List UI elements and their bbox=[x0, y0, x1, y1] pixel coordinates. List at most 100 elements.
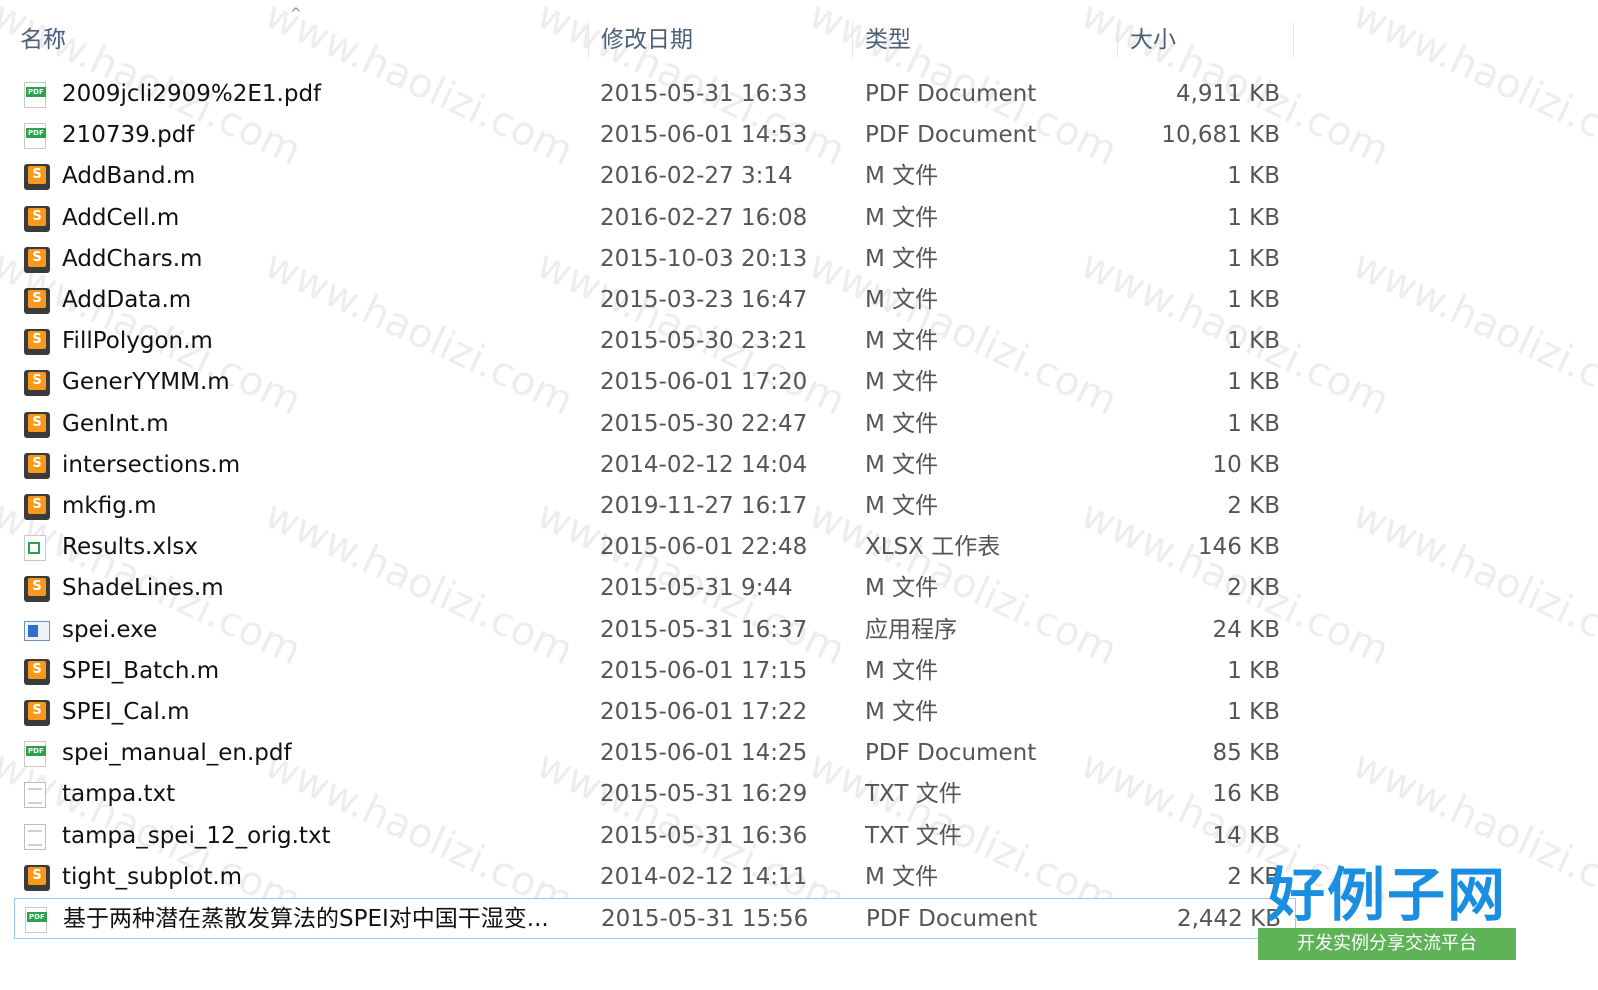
file-size: 1 KB bbox=[1227, 328, 1280, 355]
txt-icon bbox=[24, 782, 46, 809]
file-date-modified: 2015-05-30 23:21 bbox=[600, 328, 808, 355]
file-row[interactable]: intersections.m 2014-02-12 14:04 M 文件 10 KB bbox=[14, 445, 1296, 486]
file-row[interactable]: AddBand.m 2016-02-27 3:14 M 文件 1 KB bbox=[14, 156, 1296, 197]
sort-ascending-icon[interactable]: ^ bbox=[290, 6, 302, 22]
file-date-modified: 2015-06-01 17:22 bbox=[600, 699, 808, 725]
file-size: 146 KB bbox=[1197, 534, 1280, 561]
file-size: 4,911 KB bbox=[1175, 81, 1280, 107]
file-row[interactable]: tampa_spei_12_orig.txt 2015-05-31 16:36 TX… bbox=[14, 816, 1296, 857]
file-date-modified: 2015-06-01 14:53 bbox=[600, 122, 808, 149]
file-date-modified: 2015-10-03 20:13 bbox=[600, 245, 808, 272]
file-type: M 文件 bbox=[865, 287, 939, 313]
file-date-modified: 2015-05-31 9:44 bbox=[600, 575, 793, 602]
file-type: M 文件 bbox=[865, 657, 939, 684]
file-name: 基于两种潜在蒸散发算法的SPEI对中国干湿变... bbox=[63, 906, 549, 932]
file-type: XLSX 工作表 bbox=[865, 534, 1001, 561]
matlab-file-icon bbox=[24, 452, 50, 479]
file-size: 85 KB bbox=[1212, 740, 1280, 767]
file-row[interactable]: ShadeLines.m 2015-05-31 9:44 M 文件 2 KB bbox=[14, 568, 1296, 609]
file-date-modified: 2015-05-31 16:36 bbox=[600, 822, 808, 849]
file-row[interactable]: mkfig.m 2019-11-27 16:17 M 文件 2 KB bbox=[14, 486, 1296, 527]
file-row[interactable]: FillPolygon.m 2015-05-30 23:21 M 文件 1 KB bbox=[14, 321, 1296, 362]
file-name: AddBand.m bbox=[62, 163, 196, 190]
column-header-name[interactable]: 名称 bbox=[8, 22, 588, 58]
file-type: TXT 文件 bbox=[865, 781, 962, 808]
file-size: 2,442 KB bbox=[1176, 906, 1281, 932]
matlab-file-icon bbox=[24, 329, 50, 356]
file-name: AddData.m bbox=[62, 287, 192, 313]
file-date-modified: 2014-02-12 14:11 bbox=[600, 863, 808, 890]
file-type: M 文件 bbox=[865, 369, 939, 396]
file-name: tampa.txt bbox=[62, 781, 176, 808]
file-type: TXT 文件 bbox=[865, 822, 962, 849]
file-type: M 文件 bbox=[865, 328, 939, 355]
matlab-file-icon bbox=[24, 864, 50, 891]
file-name: Results.xlsx bbox=[62, 534, 198, 561]
file-name: intersections.m bbox=[62, 451, 241, 478]
file-name: GenerYYMM.m bbox=[62, 369, 230, 396]
file-date-modified: 2015-05-30 22:47 bbox=[600, 410, 808, 437]
pdf-icon bbox=[24, 741, 46, 768]
file-date-modified: 2016-02-27 16:08 bbox=[600, 204, 808, 231]
file-size: 2 KB bbox=[1227, 575, 1280, 602]
matlab-file-icon bbox=[24, 658, 50, 685]
exe-icon bbox=[24, 620, 50, 641]
file-name: GenInt.m bbox=[62, 410, 169, 437]
file-date-modified: 2015-05-31 16:37 bbox=[600, 616, 808, 643]
file-size: 10 KB bbox=[1212, 451, 1280, 478]
file-row[interactable]: Results.xlsx 2015-06-01 22:48 XLSX 工作表 146 … bbox=[14, 527, 1296, 568]
file-row[interactable]: AddCell.m 2016-02-27 16:08 M 文件 1 KB bbox=[14, 198, 1296, 239]
file-row[interactable]: 210739.pdf 2015-06-01 14:53 PDF Document 10… bbox=[14, 115, 1296, 156]
column-header-size[interactable]: 大小 bbox=[1117, 22, 1294, 58]
file-name: AddCell.m bbox=[62, 204, 180, 231]
file-row[interactable]: 2009jcli2909%2E1.pdf 2015-05-31 16:33 PDF … bbox=[14, 74, 1296, 115]
file-size: 1 KB bbox=[1227, 657, 1280, 684]
file-row[interactable]: GenInt.m 2015-05-30 22:47 M 文件 1 KB bbox=[14, 404, 1296, 445]
txt-icon bbox=[24, 823, 46, 850]
file-row[interactable]: AddChars.m 2015-10-03 20:13 M 文件 1 KB bbox=[14, 239, 1296, 280]
file-type: M 文件 bbox=[865, 493, 939, 519]
matlab-file-icon bbox=[24, 288, 50, 314]
file-row[interactable]: SPEI_Batch.m 2015-06-01 17:15 M 文件 1 KB bbox=[14, 651, 1296, 692]
file-row[interactable]: AddData.m 2015-03-23 16:47 M 文件 1 KB bbox=[14, 280, 1296, 321]
file-size: 1 KB bbox=[1227, 163, 1280, 190]
file-name: spei_manual_en.pdf bbox=[62, 740, 292, 767]
file-name: SPEI_Cal.m bbox=[62, 699, 190, 725]
file-date-modified: 2015-05-31 16:29 bbox=[600, 781, 808, 808]
file-row[interactable]: spei_manual_en.pdf 2015-06-01 14:25 PDF Do… bbox=[14, 733, 1296, 774]
file-type: M 文件 bbox=[865, 245, 939, 272]
file-row[interactable]: SPEI_Cal.m 2015-06-01 17:22 M 文件 1 KB bbox=[14, 692, 1296, 733]
file-size: 1 KB bbox=[1227, 410, 1280, 437]
file-name: tampa_spei_12_orig.txt bbox=[62, 822, 331, 849]
matlab-file-icon bbox=[24, 370, 50, 397]
file-name: AddChars.m bbox=[62, 245, 203, 272]
file-row[interactable]: 基于两种潜在蒸散发算法的SPEI对中国干湿变... 2015-05-31 15:5… bbox=[14, 898, 1296, 939]
file-row[interactable]: spei.exe 2015-05-31 16:37 应用程序 24 KB bbox=[14, 610, 1296, 651]
file-row[interactable]: tight_subplot.m 2014-02-12 14:11 M 文件 2 KB bbox=[14, 857, 1296, 898]
logo-title: 好例子网 bbox=[1266, 861, 1507, 929]
file-type: M 文件 bbox=[865, 410, 939, 437]
matlab-file-icon bbox=[24, 246, 50, 273]
matlab-file-icon bbox=[24, 494, 50, 520]
file-row[interactable]: tampa.txt 2015-05-31 16:29 TXT 文件 16 KB bbox=[14, 774, 1296, 815]
file-type: M 文件 bbox=[865, 451, 939, 478]
file-size: 2 KB bbox=[1227, 493, 1280, 519]
file-name: SPEI_Batch.m bbox=[62, 657, 220, 684]
file-date-modified: 2015-06-01 17:15 bbox=[600, 657, 808, 684]
xlsx-icon bbox=[24, 535, 46, 562]
file-date-modified: 2015-05-31 16:33 bbox=[600, 81, 808, 107]
watermark-text: www.haolizi.com bbox=[1345, 241, 1598, 425]
matlab-file-icon bbox=[24, 576, 50, 603]
matlab-file-icon bbox=[24, 411, 50, 438]
file-size: 2 KB bbox=[1227, 863, 1280, 890]
pdf-icon bbox=[24, 82, 46, 108]
file-date-modified: 2015-06-01 17:20 bbox=[600, 369, 808, 396]
file-type: M 文件 bbox=[865, 699, 939, 725]
column-header-date-modified[interactable]: 修改日期 bbox=[588, 22, 852, 58]
column-header-type[interactable]: 类型 bbox=[852, 22, 1117, 58]
matlab-file-icon bbox=[24, 164, 50, 191]
file-name: tight_subplot.m bbox=[62, 863, 243, 890]
file-size: 1 KB bbox=[1227, 287, 1280, 313]
file-row[interactable]: GenerYYMM.m 2015-06-01 17:20 M 文件 1 KB bbox=[14, 362, 1296, 403]
file-type: PDF Document bbox=[865, 81, 1037, 107]
